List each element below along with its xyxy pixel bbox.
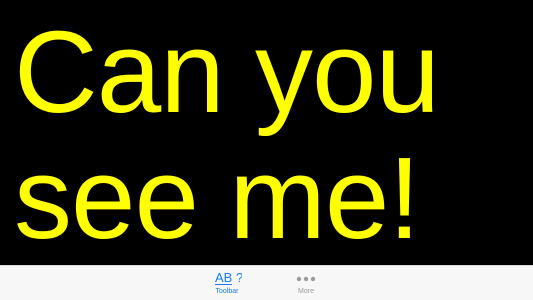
tab-toolbar[interactable]: AB ? Toolbar — [197, 268, 257, 300]
tab-more-label: More — [298, 288, 314, 295]
tab-toolbar-label: Toolbar — [215, 288, 239, 295]
text-display: Can you see me! — [0, 0, 533, 265]
svg-text:AB ?: AB ? — [215, 270, 242, 285]
more-dots-icon — [296, 276, 316, 282]
tab-more[interactable]: More — [276, 268, 336, 300]
ab-question-icon: AB ? — [215, 270, 242, 285]
display-line-1: Can you — [14, 7, 440, 137]
display-line-2: see me! — [14, 133, 421, 263]
tab-bar: AB ? Toolbar More — [0, 265, 533, 300]
